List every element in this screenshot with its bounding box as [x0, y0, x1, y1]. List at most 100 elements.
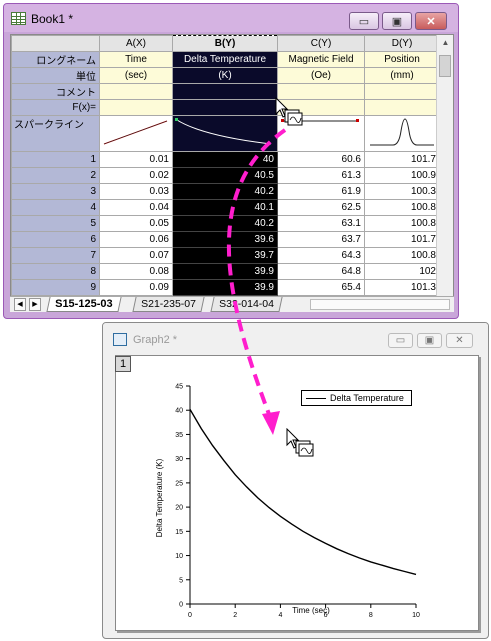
cell-a[interactable]: 0.09 [99, 279, 173, 296]
fx-b[interactable] [172, 99, 278, 116]
column-header-d[interactable]: D(Y) [364, 35, 440, 52]
row-number[interactable]: 1 [11, 151, 100, 168]
cell-a[interactable]: 0.01 [99, 151, 173, 168]
units-d[interactable]: (mm) [364, 67, 440, 84]
cell-c[interactable]: 62.5 [277, 199, 365, 216]
cell-a[interactable]: 0.02 [99, 167, 173, 184]
graph-title-bar[interactable]: Graph2 * ▭ ▣ ✕ [103, 323, 488, 353]
long-name-b[interactable]: Delta Temperature [172, 51, 278, 68]
column-header-b[interactable]: B(Y) [172, 35, 278, 52]
y-tick-label: 15 [175, 529, 183, 536]
cell-a[interactable]: 0.06 [99, 231, 173, 248]
row-number[interactable]: 9 [11, 279, 100, 296]
graph-close-button[interactable]: ✕ [446, 333, 473, 348]
fx-d[interactable] [364, 99, 440, 116]
row-number[interactable]: 5 [11, 215, 100, 232]
units-c[interactable]: (Oe) [277, 67, 365, 84]
cell-c[interactable]: 65.4 [277, 279, 365, 296]
x-tick-label: 0 [188, 612, 192, 619]
cell-c[interactable]: 63.1 [277, 215, 365, 232]
tab-sheet-1[interactable]: S15-125-03 [46, 297, 122, 312]
long-name-c[interactable]: Magnetic Field [277, 51, 365, 68]
row-number[interactable]: 4 [11, 199, 100, 216]
scroll-thumb[interactable] [439, 55, 451, 77]
fx-a[interactable] [99, 99, 173, 116]
sparkline-a[interactable] [99, 115, 173, 152]
cell-a[interactable]: 0.03 [99, 183, 173, 200]
row-label-long-name[interactable]: ロングネーム [11, 51, 100, 68]
legend[interactable]: Delta Temperature [301, 390, 412, 406]
cell-b[interactable]: 40.5 [172, 167, 278, 184]
cell-a[interactable]: 0.05 [99, 215, 173, 232]
cell-d[interactable]: 100.3 [364, 183, 440, 200]
minimize-button[interactable]: ▭ [349, 12, 379, 30]
comments-b[interactable] [172, 83, 278, 100]
y-tick-label: 30 [175, 456, 183, 463]
cell-b[interactable]: 40 [172, 151, 278, 168]
cell-b[interactable]: 40.2 [172, 215, 278, 232]
cell-b[interactable]: 40.2 [172, 183, 278, 200]
tab-prev-icon[interactable]: ◀ [14, 298, 26, 311]
cell-d[interactable]: 100.8 [364, 199, 440, 216]
long-name-d[interactable]: Position [364, 51, 440, 68]
maximize-button[interactable]: ▣ [382, 12, 412, 30]
layer-number-button[interactable]: 1 [115, 356, 131, 372]
cell-b[interactable]: 39.9 [172, 279, 278, 296]
horizontal-scrollbar[interactable] [310, 299, 450, 310]
cell-d[interactable]: 101.7 [364, 231, 440, 248]
row-number[interactable]: 3 [11, 183, 100, 200]
row-number[interactable]: 7 [11, 247, 100, 264]
column-header-a[interactable]: A(X) [99, 35, 173, 52]
cell-c[interactable]: 64.3 [277, 247, 365, 264]
cell-b[interactable]: 39.9 [172, 263, 278, 280]
graph-minimize-button[interactable]: ▭ [388, 333, 413, 348]
tab-sheet-3[interactable]: S32-014-04 [210, 297, 283, 312]
cell-c[interactable]: 64.8 [277, 263, 365, 280]
corner-cell[interactable] [11, 35, 100, 52]
vertical-scrollbar[interactable]: ▲ ▼ [436, 35, 453, 311]
scroll-up-arrow-icon[interactable]: ▲ [437, 35, 453, 51]
row-label-units[interactable]: 単位 [11, 67, 100, 84]
book-title-bar[interactable]: Book1 * ▭ ▣ ✕ [4, 4, 458, 32]
cell-c[interactable]: 63.7 [277, 231, 365, 248]
cell-c[interactable]: 61.3 [277, 167, 365, 184]
table-row: 6 0.06 39.6 63.7 101.7 [11, 231, 440, 248]
cell-d[interactable]: 100.8 [364, 247, 440, 264]
graph-maximize-button[interactable]: ▣ [417, 333, 442, 348]
drag-cursor-icon [275, 97, 303, 126]
graph-page[interactable]: 0 2 4 6 8 10 0 5 10 15 20 25 30 35 40 45 Time (sec) Del… [115, 355, 479, 631]
cell-c[interactable]: 61.9 [277, 183, 365, 200]
row-number[interactable]: 2 [11, 167, 100, 184]
cell-b[interactable]: 39.7 [172, 247, 278, 264]
cell-c[interactable]: 60.6 [277, 151, 365, 168]
close-button[interactable]: ✕ [415, 12, 447, 30]
row-label-sparklines[interactable]: スパークライン [11, 115, 100, 152]
cell-a[interactable]: 0.07 [99, 247, 173, 264]
sparkline-b[interactable] [172, 115, 278, 152]
tab-sheet-2[interactable]: S21-235-07 [132, 297, 205, 312]
units-a[interactable]: (sec) [99, 67, 173, 84]
cell-b[interactable]: 40.1 [172, 199, 278, 216]
units-b[interactable]: (K) [172, 67, 278, 84]
comments-d[interactable] [364, 83, 440, 100]
long-name-a[interactable]: Time [99, 51, 173, 68]
sparkline-a-graphic [103, 120, 168, 145]
cell-d[interactable]: 100.8 [364, 215, 440, 232]
row-number[interactable]: 8 [11, 263, 100, 280]
cell-d[interactable]: 101.7 [364, 151, 440, 168]
cell-d[interactable]: 101.3 [364, 279, 440, 296]
cell-b[interactable]: 39.6 [172, 231, 278, 248]
row-label-comments[interactable]: コメント [11, 83, 100, 100]
cell-a[interactable]: 0.08 [99, 263, 173, 280]
sparkline-d[interactable] [364, 115, 440, 152]
row-number[interactable]: 6 [11, 231, 100, 248]
tab-next-icon[interactable]: ▶ [29, 298, 41, 311]
row-label-fx[interactable]: F(x)= [11, 99, 100, 116]
cell-a[interactable]: 0.04 [99, 199, 173, 216]
column-header-c[interactable]: C(Y) [277, 35, 365, 52]
graph-window-icon [113, 333, 127, 346]
cell-d[interactable]: 100.9 [364, 167, 440, 184]
cell-d[interactable]: 102 [364, 263, 440, 280]
legend-line-swatch [306, 397, 326, 399]
comments-a[interactable] [99, 83, 173, 100]
